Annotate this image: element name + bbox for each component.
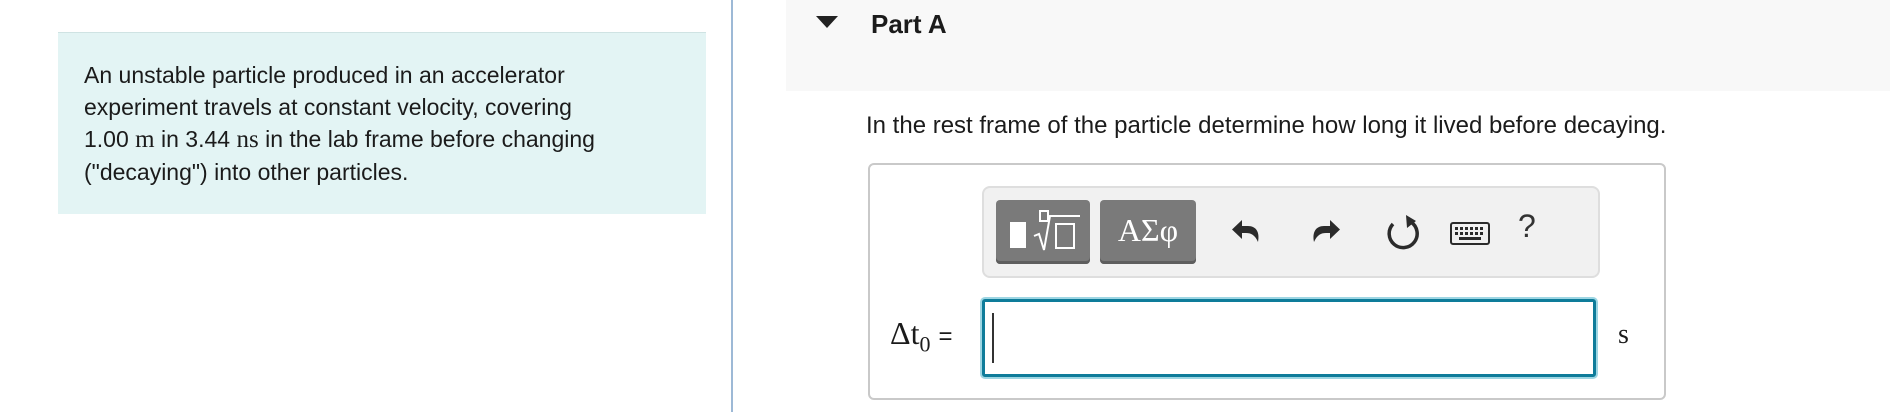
problem-line-3: 1.00 m in 3.44 ns in the lab frame befor… — [84, 123, 680, 156]
question-text: In the rest frame of the particle determ… — [866, 112, 1667, 139]
text-caret — [992, 313, 994, 363]
part-title: Part A — [871, 9, 947, 39]
templates-icon — [996, 210, 1090, 268]
redo-icon[interactable] — [1302, 210, 1348, 256]
templates-button[interactable] — [996, 200, 1090, 264]
distance-unit: m — [135, 126, 155, 153]
problem-line-3-end: in the lab frame before changing — [265, 126, 595, 152]
time-phrase: in 3.44 — [161, 126, 231, 152]
time-unit: ns — [236, 126, 259, 153]
variable-label: Δt0 = — [890, 315, 952, 357]
equals-sign: = — [938, 323, 953, 350]
problem-line-2: experiment travels at constant velocity,… — [84, 94, 572, 120]
column-divider — [731, 0, 733, 412]
reset-icon[interactable] — [1380, 210, 1426, 256]
distance-value: 1.00 — [84, 126, 129, 152]
variable-subscript: 0 — [919, 331, 931, 357]
problem-line-4: ("decaying") into other particles. — [84, 159, 409, 185]
answer-input[interactable] — [982, 299, 1596, 377]
help-icon[interactable]: ? — [1518, 208, 1536, 245]
page: An unstable particle produced in an acce… — [0, 0, 1890, 412]
answer-box: ΑΣφ ? Δt0 = s — [868, 163, 1666, 400]
undo-icon[interactable] — [1224, 210, 1270, 256]
symbols-button[interactable]: ΑΣφ — [1100, 200, 1196, 264]
keyboard-icon[interactable] — [1448, 210, 1492, 256]
problem-line-1: An unstable particle produced in an acce… — [84, 62, 565, 88]
collapse-triangle-icon[interactable] — [816, 16, 838, 28]
variable-symbol: Δt — [890, 315, 920, 351]
unit-label: s — [1618, 319, 1629, 350]
problem-statement: An unstable particle produced in an acce… — [58, 32, 706, 214]
math-toolbar: ΑΣφ ? — [982, 186, 1600, 278]
part-header[interactable]: Part A — [786, 0, 1890, 91]
symbols-label: ΑΣφ — [1117, 212, 1179, 248]
